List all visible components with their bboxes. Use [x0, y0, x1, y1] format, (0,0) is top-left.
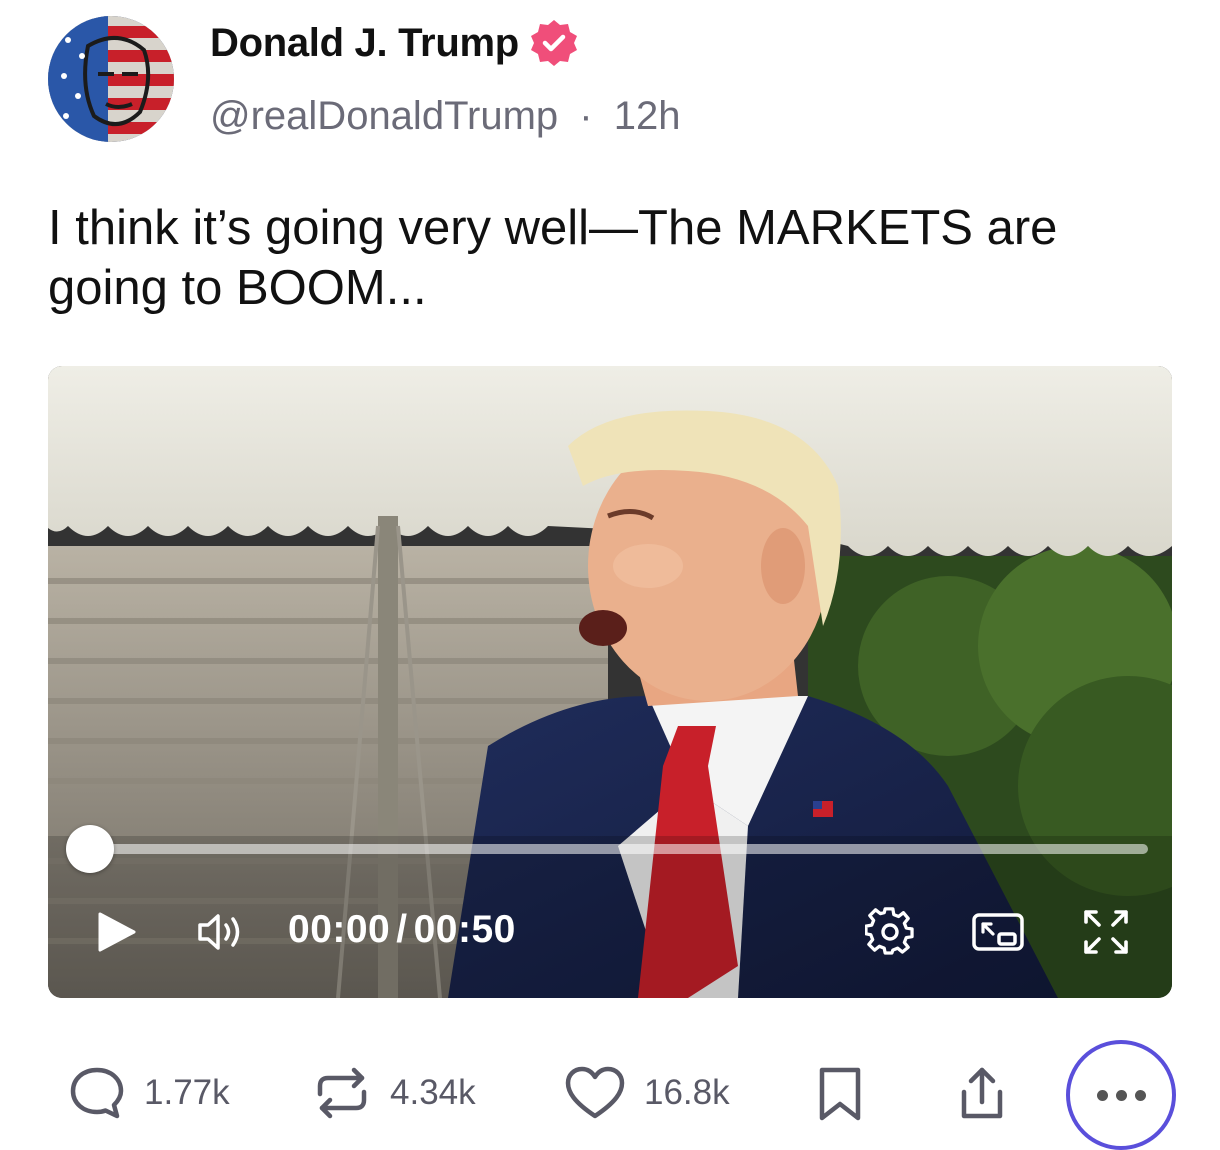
more-options-button[interactable] [1066, 1040, 1176, 1150]
repost-button[interactable]: 4.34k [312, 1064, 476, 1122]
volume-button[interactable] [194, 904, 252, 960]
video-time-separator: / [396, 908, 408, 951]
more-icon [1115, 1089, 1127, 1101]
video-progress-thumb[interactable] [66, 825, 114, 873]
share-button[interactable] [954, 1064, 1010, 1124]
video-progress-bar[interactable] [90, 844, 1148, 854]
share-icon [961, 1067, 1003, 1119]
picture-in-picture-icon [972, 913, 1024, 951]
play-icon [98, 912, 136, 952]
video-current-time: 00:00 [288, 908, 391, 951]
like-icon [565, 1066, 625, 1119]
volume-icon [198, 914, 240, 950]
author-name-text: Donald J. Trump [210, 20, 519, 65]
video-player[interactable]: 00:00/00:50 [48, 366, 1172, 998]
more-icon [1096, 1089, 1108, 1101]
video-time: 00:00/00:50 [288, 908, 516, 952]
post-age[interactable]: 12h [614, 94, 681, 138]
repost-count: 4.34k [390, 1073, 476, 1112]
post-actions-bar: 1.77k 4.34k 16.8k [0, 1040, 1220, 1150]
play-button[interactable] [92, 904, 140, 960]
author-name[interactable]: Donald J. Trump [210, 18, 579, 68]
post-text: I think it’s going very well—The MARKETS… [48, 201, 1058, 315]
meta-separator: · [579, 94, 593, 138]
like-button[interactable]: 16.8k [564, 1064, 730, 1122]
picture-in-picture-button[interactable] [970, 904, 1026, 960]
more-icon [1134, 1089, 1146, 1101]
author-handle-line: @realDonaldTrump · 12h [210, 94, 680, 139]
settings-button[interactable] [862, 904, 918, 960]
repost-icon [317, 1067, 367, 1119]
settings-icon [865, 907, 914, 955]
author-avatar[interactable] [48, 16, 174, 142]
verified-icon [529, 18, 579, 68]
bookmark-icon [819, 1067, 861, 1121]
like-count: 16.8k [644, 1073, 730, 1112]
fullscreen-button[interactable] [1078, 904, 1134, 960]
reply-count: 1.77k [144, 1073, 230, 1112]
bookmark-button[interactable] [816, 1064, 864, 1124]
reply-icon [70, 1067, 124, 1119]
reply-button[interactable]: 1.77k [68, 1064, 230, 1122]
fullscreen-icon [1084, 910, 1128, 954]
author-handle[interactable]: @realDonaldTrump [210, 94, 558, 138]
video-duration: 00:50 [413, 908, 516, 951]
